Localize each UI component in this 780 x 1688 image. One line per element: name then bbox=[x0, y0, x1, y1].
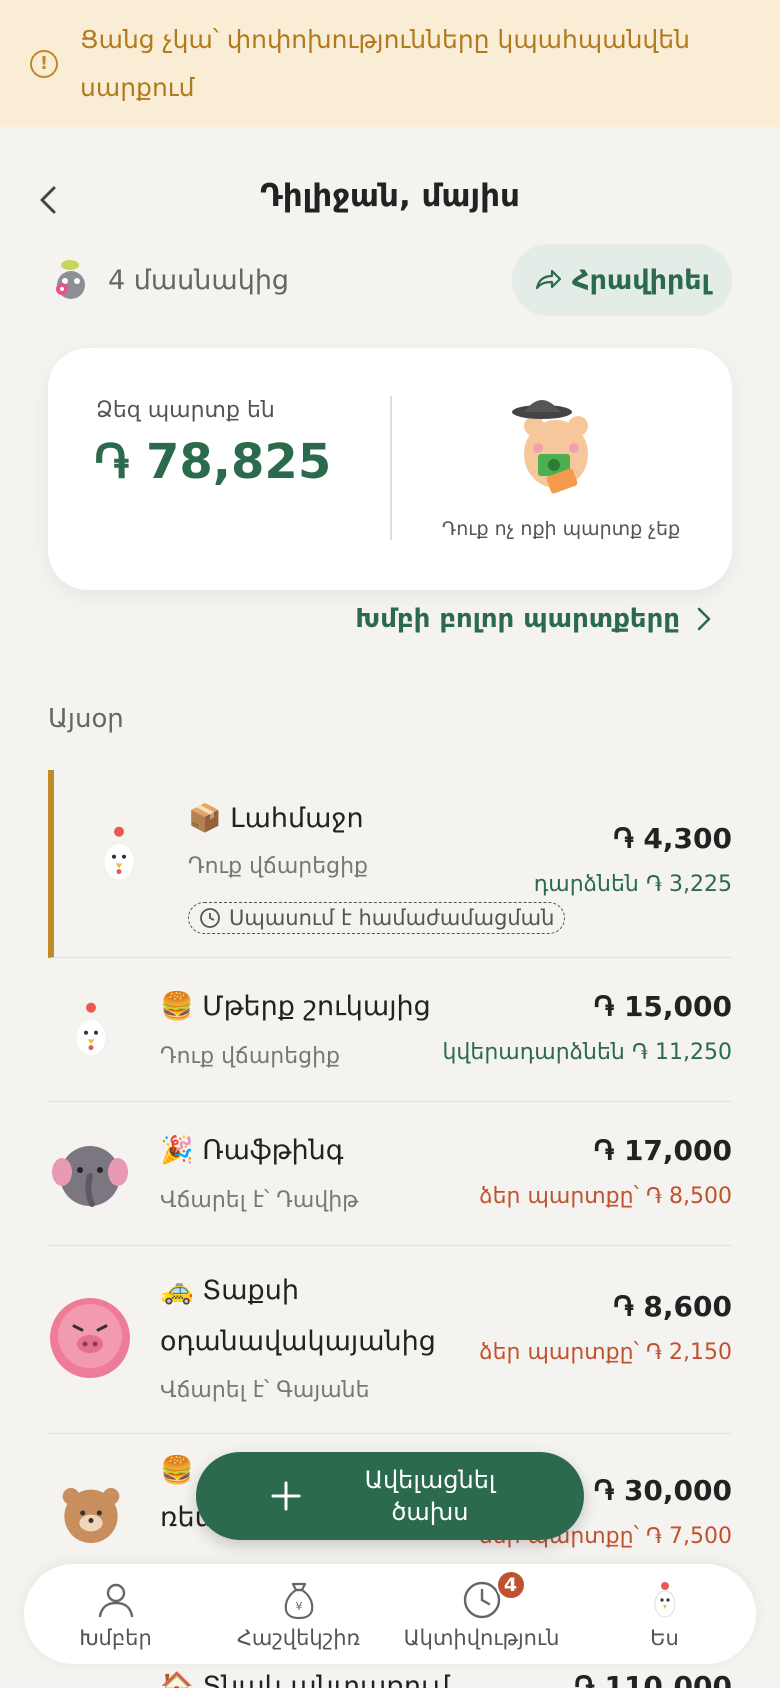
activity-count-badge: 4 bbox=[495, 1570, 526, 1600]
expense-title-continued: օդանավակայանից bbox=[160, 1326, 436, 1357]
add-expense-label: Ավելացնել ծախս bbox=[364, 1466, 496, 1526]
all-group-debts-link[interactable]: Խմբի բոլոր պարտքերը bbox=[355, 604, 712, 634]
bottom-tab-bar: Խմբեր ¥ Հաշվեկշիռ 4 Ակտիվություն Ես bbox=[24, 1564, 756, 1664]
tab-label: Խմբեր bbox=[79, 1626, 152, 1650]
expense-title: 🍔 Մթերք շուկայից bbox=[160, 991, 431, 1022]
add-expense-button[interactable]: Ավելացնել ծախս bbox=[196, 1452, 584, 1540]
pig-avatar-icon bbox=[50, 1298, 130, 1378]
pending-sync-badge: Սպասում է համաժամացման bbox=[188, 902, 566, 934]
chevron-right-icon bbox=[697, 607, 711, 631]
clock-icon bbox=[200, 908, 220, 928]
expense-balance-status: դարձնեն ֏ 3,225 bbox=[533, 872, 732, 897]
tab-activity[interactable]: 4 Ակտիվություն bbox=[392, 1570, 572, 1650]
share-icon bbox=[535, 269, 562, 290]
tab-groups[interactable]: Խմբեր bbox=[26, 1578, 206, 1650]
members-count: 4 մասնակից bbox=[108, 264, 290, 296]
offline-banner-text: Ցանց չկա՝ փոփոխությունները կպահպանվեն սա… bbox=[80, 24, 690, 102]
money-bag-icon: ¥ bbox=[284, 1582, 313, 1620]
plus-icon bbox=[271, 1481, 301, 1511]
expense-amount: ֏ 30,000 bbox=[593, 1474, 732, 1507]
chicken-avatar-icon bbox=[103, 826, 135, 881]
balance-card: Ձեզ պարտք են ֏ 78,825 Դուք ոչ ոքի պարտք … bbox=[48, 348, 732, 590]
expense-row[interactable]: 📦 Լահմաջո Դուք վճարեցիք Սպասում է համաժա… bbox=[48, 770, 732, 958]
owed-to-you-label: Ձեզ պարտք են bbox=[96, 398, 275, 423]
expense-balance-status: ձեր պարտքը՝ ֏ 8,500 bbox=[479, 1184, 732, 1209]
users-icon bbox=[98, 1583, 133, 1618]
expense-row[interactable]: 🚕 Տաքսի օդանավակայանից Վճարել է՝ Գայանե … bbox=[48, 1246, 732, 1434]
expense-payer: Դուք վճարեցիք bbox=[160, 1044, 341, 1069]
all-group-debts-label: Խմբի բոլոր պարտքերը bbox=[355, 604, 680, 634]
expense-balance-status: ձեր պարտքը՝ ֏ 2,150 bbox=[479, 1340, 732, 1365]
you-owe-nobody-text: Դուք ոչ ոքի պարտք չեք bbox=[441, 518, 681, 540]
expense-balance-status: կվերադարձնեն ֏ 11,250 bbox=[442, 1040, 732, 1065]
pending-sync-label: Սպասում է համաժամացման bbox=[229, 906, 555, 930]
expense-payer: Վճարել է՝ Դավիթ bbox=[160, 1188, 359, 1213]
owed-to-you-amount: ֏ 78,825 bbox=[94, 434, 332, 490]
bear-with-money-icon bbox=[512, 400, 588, 494]
expense-amount: ֏ 4,300 bbox=[613, 822, 732, 855]
members-summary[interactable]: 4 մասնակից bbox=[48, 257, 289, 303]
alert-circle-icon: ! bbox=[30, 49, 58, 78]
tab-label: Ակտիվություն bbox=[403, 1626, 560, 1650]
offline-banner: ! Ցանց չկա՝ փոփոխությունները կպահպանվեն … bbox=[0, 0, 780, 127]
section-title-today: Այսօր bbox=[48, 704, 124, 734]
expense-amount: ֏ 15,000 bbox=[593, 990, 732, 1023]
page-title: Դիլիջան, մայիս bbox=[260, 178, 520, 214]
expense-title: 🏠 Տնակ անտառում bbox=[160, 1671, 450, 1688]
expense-title: 🍔 bbox=[160, 1455, 194, 1486]
tab-me[interactable]: Ես bbox=[575, 1578, 755, 1650]
tab-label: Ես bbox=[650, 1626, 679, 1650]
chicken-avatar-icon bbox=[654, 1582, 675, 1618]
expense-payer: Վճարել է՝ Գայանե bbox=[160, 1378, 370, 1403]
expense-title: 🎉 Ռաֆթինգ bbox=[160, 1135, 344, 1166]
expense-title: 🚕 Տաքսի bbox=[160, 1275, 299, 1306]
expense-amount: ֏ 17,000 bbox=[593, 1134, 732, 1167]
expense-row[interactable]: 🍔 Մթերք շուկայից Դուք վճարեցիք ֏ 15,000 … bbox=[48, 958, 732, 1102]
expense-amount: ֏ 8,600 bbox=[613, 1290, 732, 1323]
elephant-avatar-icon bbox=[52, 1146, 128, 1207]
tab-label: Հաշվեկշիռ bbox=[236, 1626, 361, 1650]
header: Դիլիջան, մայիս bbox=[0, 170, 780, 230]
tab-balance[interactable]: ¥ Հաշվեկշիռ bbox=[209, 1578, 389, 1650]
bear-avatar-icon bbox=[62, 1488, 120, 1543]
member-avatar-icon bbox=[56, 260, 85, 299]
svg-text:¥: ¥ bbox=[295, 1600, 302, 1613]
invite-button-label: Հրավիրել bbox=[572, 264, 710, 296]
expense-row[interactable]: 🎉 Ռաֆթինգ Վճարել է՝ Դավիթ ֏ 17,000 ձեր պ… bbox=[48, 1102, 732, 1246]
expense-amount: ֏ 110,000 bbox=[574, 1670, 732, 1688]
chicken-avatar-icon bbox=[75, 1002, 107, 1057]
invite-button[interactable]: Հրավիրել bbox=[512, 244, 732, 316]
members-row: 4 մասնակից Հրավիրել bbox=[48, 244, 732, 316]
expense-title: 📦 Լահմաջո bbox=[188, 803, 364, 834]
expense-payer: Դուք վճարեցիք bbox=[188, 854, 369, 879]
